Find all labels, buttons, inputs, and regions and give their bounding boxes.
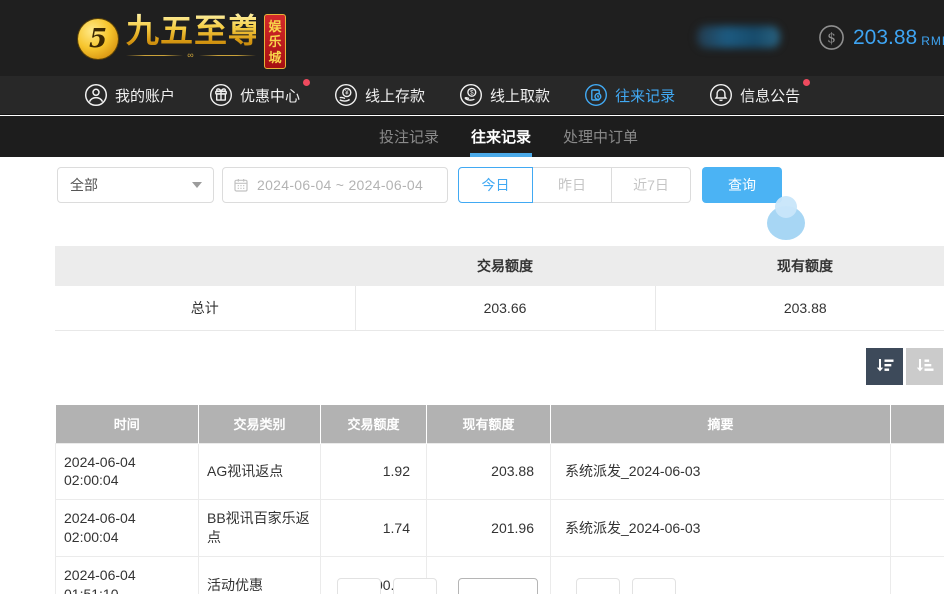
record-tabs: 投注记录 往来记录 处理中订单	[0, 116, 944, 157]
svg-text:$: $	[827, 30, 836, 46]
col-header-time: 时间	[56, 405, 199, 443]
table-row: 2024-06-04 02:00:04 BB视讯百家乐返点 1.74 201.9…	[56, 500, 944, 557]
brand-logo[interactable]: 5 九五至尊 ∞ 娱乐城	[78, 13, 286, 69]
sort-descending-button[interactable]	[866, 348, 903, 385]
balance-currency: RMB	[921, 28, 944, 48]
nav-item-label: 线上存款	[365, 85, 425, 106]
sort-descending-icon	[874, 356, 896, 378]
sort-ascending-icon	[914, 356, 936, 378]
tab-transaction-records[interactable]: 往来记录	[470, 116, 532, 157]
page-prev-button[interactable]	[393, 578, 437, 594]
balance-amount: 203.88	[853, 26, 917, 50]
records-icon	[584, 83, 608, 107]
sort-buttons	[866, 348, 943, 385]
cell-time: 2024-06-04 02:00:04	[56, 500, 199, 557]
svg-text:¥: ¥	[345, 90, 349, 97]
nav-item-label: 线上取款	[490, 85, 550, 106]
withdraw-icon: $	[459, 83, 483, 107]
top-header: 5 九五至尊 ∞ 娱乐城 $ 203.88 RMB	[0, 0, 944, 76]
brand-flourish: ∞	[126, 50, 256, 60]
summary-total-label: 总计	[55, 286, 355, 330]
cell-category: AG视讯返点	[199, 443, 321, 500]
nav-item-label: 信息公告	[740, 85, 800, 106]
summary-total-row: 总计 203.66 203.88	[55, 286, 944, 330]
nav-item-label: 我的账户	[115, 85, 175, 106]
col-header-trade: 交易额度	[321, 405, 427, 443]
nav-item-deposit[interactable]: ¥ 线上存款	[334, 83, 425, 107]
cell-trade: 1.74	[321, 500, 427, 557]
today-button[interactable]: 今日	[458, 167, 533, 203]
col-header-balance: 现有额度	[427, 405, 551, 443]
cell-note	[891, 500, 944, 557]
summary-total-balance: 203.88	[655, 286, 944, 330]
summary-total-trade: 203.66	[355, 286, 655, 330]
page-last-button[interactable]	[632, 578, 676, 594]
filter-row: 全部 2024-06-04 ~ 2024-06-04 今日 昨日 近7日 查询	[57, 167, 782, 203]
nav-item-promotions[interactable]: 优惠中心	[209, 83, 300, 107]
svg-text:$: $	[470, 89, 474, 96]
col-header-category: 交易类别	[199, 405, 321, 443]
col-header-summary: 摘要	[551, 405, 891, 443]
chevron-down-icon	[192, 182, 202, 188]
notification-dot	[803, 79, 810, 86]
yesterday-button[interactable]: 昨日	[532, 167, 612, 203]
col-header-note: 备注	[891, 405, 944, 443]
summary-table: 交易额度 现有额度 总计 203.66 203.88	[55, 246, 944, 331]
user-icon	[84, 83, 108, 107]
gift-icon	[209, 83, 233, 107]
nav-item-my-account[interactable]: 我的账户	[84, 83, 175, 107]
page-first-button[interactable]	[337, 578, 381, 594]
main-nav: 我的账户 优惠中心 ¥ 线上存款 $ 线上取款	[0, 76, 944, 115]
brand-logo-icon: 5	[78, 19, 118, 59]
last-7-days-button[interactable]: 近7日	[611, 167, 691, 203]
table-row: 2024-06-04 02:00:04 AG视讯返点 1.92 203.88 系…	[56, 443, 944, 500]
nav-item-label: 优惠中心	[240, 85, 300, 106]
calendar-icon	[233, 177, 249, 193]
transactions-table: 时间 交易类别 交易额度 现有额度 摘要 备注 2024-06-04 02:00…	[55, 405, 944, 594]
pagination	[0, 578, 944, 594]
tab-bet-records[interactable]: 投注记录	[378, 116, 440, 157]
username-redacted	[697, 26, 780, 48]
brand-title: 九五至尊	[126, 13, 256, 49]
tab-pending-orders[interactable]: 处理中订单	[562, 116, 639, 157]
cell-note	[891, 443, 944, 500]
balance-display[interactable]: $ 203.88 RMB	[818, 24, 944, 51]
table-header-row: 时间 交易类别 交易额度 现有额度 摘要 备注	[56, 405, 944, 443]
date-range-input[interactable]: 2024-06-04 ~ 2024-06-04	[222, 167, 448, 203]
cell-category: BB视讯百家乐返点	[199, 500, 321, 557]
cell-balance: 203.88	[427, 443, 551, 500]
summary-header-trade: 交易额度	[355, 246, 655, 286]
deposit-icon: ¥	[334, 83, 358, 107]
cell-balance: 201.96	[427, 500, 551, 557]
bell-icon	[709, 83, 733, 107]
nav-item-withdraw[interactable]: $ 线上取款	[459, 83, 550, 107]
cell-summary: 系统派发_2024-06-03	[551, 500, 891, 557]
cell-summary: 系统派发_2024-06-03	[551, 443, 891, 500]
page-next-button[interactable]	[576, 578, 620, 594]
quick-date-group: 今日 昨日 近7日	[458, 167, 691, 203]
dollar-circle-icon: $	[818, 24, 845, 51]
type-select[interactable]: 全部	[57, 167, 214, 203]
nav-item-label: 往来记录	[615, 85, 675, 106]
date-range-value: 2024-06-04 ~ 2024-06-04	[257, 177, 423, 193]
cell-trade: 1.92	[321, 443, 427, 500]
brand-badge: 娱乐城	[264, 14, 286, 69]
content-area: 全部 2024-06-04 ~ 2024-06-04 今日 昨日 近7日 查询 …	[0, 157, 944, 594]
nav-item-transactions[interactable]: 往来记录	[584, 83, 675, 107]
summary-header-balance: 现有额度	[655, 246, 944, 286]
notification-dot	[303, 79, 310, 86]
type-select-value: 全部	[70, 175, 98, 195]
cell-time: 2024-06-04 02:00:04	[56, 443, 199, 500]
sort-ascending-button[interactable]	[906, 348, 943, 385]
summary-header-empty	[55, 246, 355, 286]
nav-item-announcements[interactable]: 信息公告	[709, 83, 800, 107]
search-button[interactable]: 查询	[702, 167, 782, 203]
page-current-button[interactable]	[458, 578, 538, 594]
